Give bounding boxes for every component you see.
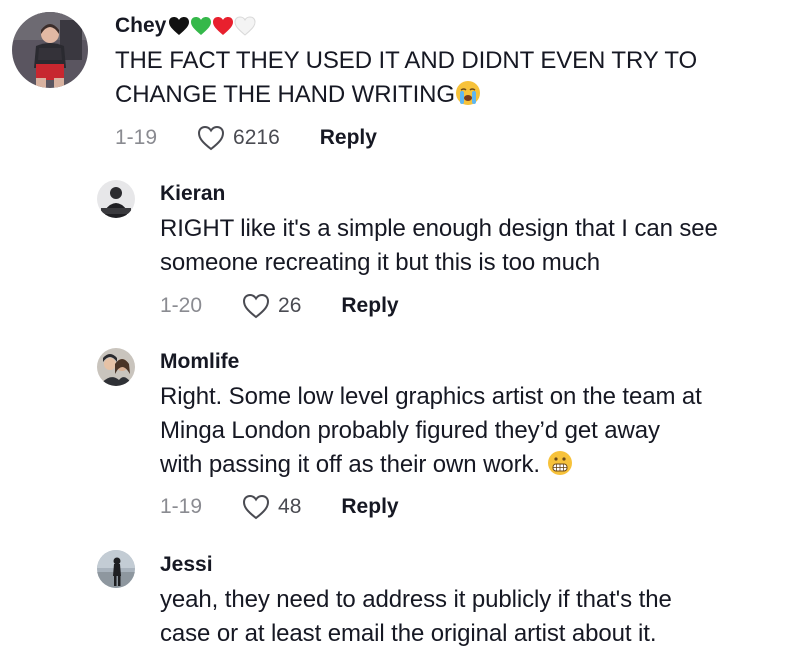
comment-text: RIGHT like it's a simple enough design t… <box>160 212 718 280</box>
comment-line: RIGHT like it's a simple enough design t… <box>160 215 718 242</box>
comment-line: Minga London probably figured they’d get… <box>160 417 660 444</box>
avatar[interactable] <box>97 180 135 218</box>
comment-line-text: CHANGE THE HAND WRITING <box>115 81 455 108</box>
black-heart-icon <box>169 17 190 35</box>
comment-line: someone recreating it but this is too mu… <box>160 249 601 276</box>
username-text[interactable]: Chey <box>115 14 166 38</box>
grimacing-face-icon <box>547 451 572 475</box>
like-button[interactable]: 6216 <box>197 125 280 151</box>
white-heart-icon <box>234 16 256 36</box>
red-heart-icon <box>213 17 234 35</box>
like-count: 48 <box>278 495 302 518</box>
like-count: 26 <box>278 294 302 317</box>
like-button[interactable]: 48 <box>242 494 301 520</box>
comment-date: 1-19 <box>115 126 158 149</box>
comment-line: yeah, they need to address it publicly i… <box>160 586 672 613</box>
comment-line: case or at least email the original arti… <box>160 620 657 647</box>
comment-text: yeah, they need to address it publicly i… <box>160 583 672 651</box>
reply-button[interactable]: Reply <box>341 495 398 519</box>
comment-date: 1-19 <box>160 495 203 518</box>
reply-button[interactable]: Reply <box>341 294 398 318</box>
reply-button[interactable]: Reply <box>320 126 377 150</box>
comment-meta: 1-19 48 Reply <box>160 494 399 520</box>
comment-meta: 1-20 26 Reply <box>160 293 399 319</box>
heart-emojis <box>168 16 256 36</box>
comment-line: with passing it off as their own work. <box>160 448 702 482</box>
avatar[interactable] <box>97 550 135 588</box>
comment-text: THE FACT THEY USED IT AND DIDNT EVEN TRY… <box>115 44 697 112</box>
avatar[interactable] <box>97 348 135 386</box>
comment-line: Right. Some low level graphics artist on… <box>160 383 702 410</box>
comment-username[interactable]: Chey <box>115 14 256 38</box>
avatar[interactable] <box>12 12 88 88</box>
comment-username[interactable]: Jessi <box>160 553 213 577</box>
comment-text: Right. Some low level graphics artist on… <box>160 380 702 482</box>
comment-username[interactable]: Kieran <box>160 182 225 206</box>
like-count: 6216 <box>233 126 280 149</box>
heart-outline-icon[interactable] <box>197 125 225 151</box>
heart-outline-icon[interactable] <box>242 293 270 319</box>
comment-line: THE FACT THEY USED IT AND DIDNT EVEN TRY… <box>115 47 698 74</box>
comment-meta: 1-19 6216 Reply <box>115 125 377 151</box>
loudly-crying-face-icon <box>455 81 480 105</box>
heart-outline-icon[interactable] <box>242 494 270 520</box>
comment-line: CHANGE THE HAND WRITING <box>115 78 697 112</box>
comment-line-text: with passing it off as their own work. <box>160 451 540 478</box>
green-heart-icon <box>191 17 212 35</box>
like-button[interactable]: 26 <box>242 293 301 319</box>
comment-date: 1-20 <box>160 294 203 317</box>
comment-username[interactable]: Momlife <box>160 350 239 374</box>
